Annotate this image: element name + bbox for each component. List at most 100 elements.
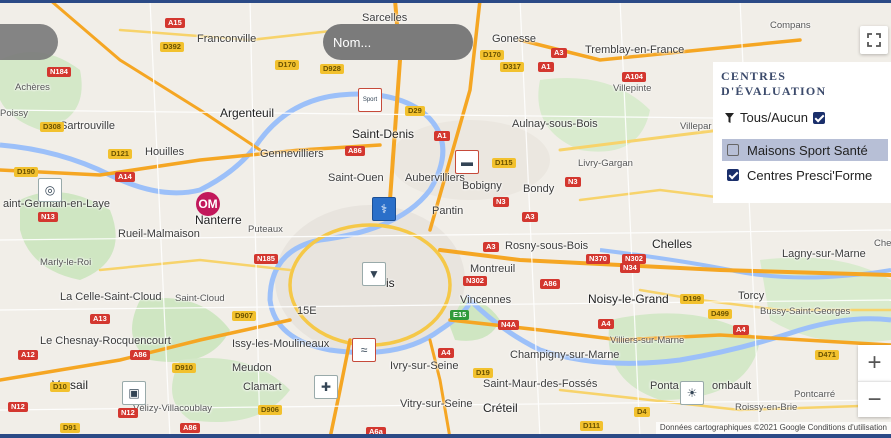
road-badge: A3 bbox=[483, 242, 499, 252]
road-badge: A1 bbox=[434, 131, 450, 141]
road-badge: N185 bbox=[254, 254, 278, 264]
road-badge: N12 bbox=[8, 402, 28, 412]
select-all-checkbox[interactable] bbox=[812, 111, 825, 124]
road-badge: D308 bbox=[40, 122, 64, 132]
place-label: Lagny-sur-Marne bbox=[782, 248, 866, 260]
place-label: Issy-les-Moulineaux bbox=[232, 338, 330, 350]
road-badge: A14 bbox=[115, 172, 135, 182]
place-label: Saint-Ouen bbox=[328, 172, 384, 184]
road-badge: N302 bbox=[463, 276, 487, 286]
place-label: Torcy bbox=[738, 290, 765, 302]
marker-pontault[interactable]: ☀ bbox=[680, 381, 704, 405]
marker-glyph-icon: ≈ bbox=[360, 343, 368, 357]
category-centres-presciforme[interactable]: Centres Presci'Forme bbox=[722, 164, 888, 186]
road-badge: D121 bbox=[108, 149, 132, 159]
road-badge: D190 bbox=[14, 167, 38, 177]
marker-sport-sante-saint-denis[interactable]: Sport bbox=[358, 88, 382, 112]
road-badge: D910 bbox=[172, 363, 196, 373]
name-search-input[interactable] bbox=[323, 24, 473, 60]
marker-versailles[interactable]: ▣ bbox=[122, 381, 146, 405]
marker-nanterre[interactable]: OM bbox=[196, 192, 220, 216]
category-maisons-sport-sante[interactable]: Maisons Sport Santé bbox=[722, 139, 888, 161]
place-label: Che bbox=[874, 238, 891, 249]
place-label: Achères bbox=[15, 82, 50, 93]
place-label: Créteil bbox=[483, 401, 518, 415]
road-badge: A3 bbox=[551, 48, 567, 58]
place-label: Villiers-sur-Marne bbox=[610, 335, 685, 346]
panel-title: CENTRES D'ÉVALUATION bbox=[721, 69, 827, 98]
fullscreen-button[interactable] bbox=[860, 26, 888, 54]
place-label: Clamart bbox=[243, 381, 282, 393]
road-badge: D91 bbox=[60, 423, 80, 433]
fullscreen-icon bbox=[867, 33, 881, 47]
marker-glyph-icon: Sport bbox=[362, 97, 378, 103]
place-label: Bussy-Saint-Georges bbox=[760, 306, 851, 317]
place-label: ombault bbox=[712, 380, 752, 392]
place-label: Bondy bbox=[523, 183, 555, 195]
place-label: Meudon bbox=[232, 362, 272, 374]
marker-issy[interactable]: ≈ bbox=[352, 338, 376, 362]
map-attribution: Données cartographiques ©2021 Google Con… bbox=[655, 422, 891, 434]
road-badge: D170 bbox=[275, 60, 299, 70]
road-badge: A86 bbox=[345, 146, 365, 156]
road-badge: A13 bbox=[90, 314, 110, 324]
road-badge: N12 bbox=[118, 408, 138, 418]
road-badge: D170 bbox=[480, 50, 504, 60]
marker-st-germain[interactable]: ◎ bbox=[38, 178, 62, 202]
road-badge: A15 bbox=[165, 18, 185, 28]
place-label: Rosny-sous-Bois bbox=[505, 240, 589, 252]
place-label: Gennevilliers bbox=[260, 148, 324, 160]
road-badge: A12 bbox=[18, 350, 38, 360]
centres-presciforme-checkbox[interactable] bbox=[727, 169, 739, 181]
road-badge: A4 bbox=[438, 348, 454, 358]
road-badge: D10 bbox=[50, 382, 70, 392]
place-label: Argenteuil bbox=[220, 106, 275, 120]
road-badge: A86 bbox=[180, 423, 200, 433]
bottom-frame-bar bbox=[0, 434, 891, 438]
road-badge: D111 bbox=[580, 421, 604, 431]
place-label: Montreuil bbox=[470, 263, 516, 275]
marker-presciforme-aubervilliers[interactable]: ▬ bbox=[455, 150, 479, 174]
maisons-sport-sante-checkbox[interactable] bbox=[727, 144, 739, 156]
road-badge: A4 bbox=[733, 325, 749, 335]
marker-glyph-icon: ☀ bbox=[686, 386, 698, 400]
road-badge: N3 bbox=[565, 177, 581, 187]
place-label: 15E bbox=[297, 305, 317, 317]
marker-clamart[interactable]: ✚ bbox=[314, 375, 338, 399]
place-label: Roissy-en-Brie bbox=[735, 402, 798, 413]
place-label: La Celle-Saint-Cloud bbox=[60, 291, 162, 303]
marker-glyph-icon: ✚ bbox=[320, 380, 332, 394]
place-label: Gonesse bbox=[492, 33, 537, 45]
road-badge: D29 bbox=[405, 106, 425, 116]
place-label: is bbox=[386, 276, 395, 290]
place-label: Bobigny bbox=[462, 180, 502, 192]
place-label: Saint-Denis bbox=[352, 127, 415, 141]
marker-glyph-icon: ◎ bbox=[44, 183, 56, 197]
road-badge: D199 bbox=[680, 294, 704, 304]
place-label: Poissy bbox=[0, 108, 28, 119]
place-label: Champigny-sur-Marne bbox=[510, 349, 620, 361]
road-badge: A4 bbox=[598, 319, 614, 329]
place-label: Puteaux bbox=[248, 224, 283, 235]
road-badge: D317 bbox=[500, 62, 524, 72]
road-badge: D4 bbox=[634, 407, 650, 417]
zoom-out-button[interactable]: − bbox=[858, 381, 891, 417]
marker-glyph-icon: ⚕ bbox=[380, 202, 388, 216]
select-all-toggle[interactable]: Tous/Aucun bbox=[725, 110, 825, 125]
place-label: Sartrouville bbox=[60, 120, 116, 132]
select-all-label: Tous/Aucun bbox=[740, 110, 808, 125]
road-badge: A86 bbox=[130, 350, 150, 360]
marker-paris-center[interactable]: ▼ bbox=[362, 262, 386, 286]
place-label: Noisy-le-Grand bbox=[588, 292, 669, 306]
road-badge: E15 bbox=[450, 310, 470, 320]
left-search-pill[interactable] bbox=[0, 24, 58, 60]
place-label: Ponta bbox=[650, 380, 679, 392]
zoom-in-button[interactable]: + bbox=[858, 345, 891, 381]
marker-paris-doctor[interactable]: ⚕ bbox=[372, 197, 396, 221]
road-badge: N370 bbox=[586, 254, 610, 264]
place-label: Vincennes bbox=[460, 294, 512, 306]
road-badge: D499 bbox=[708, 309, 732, 319]
road-badge: D907 bbox=[232, 311, 256, 321]
road-badge: D19 bbox=[473, 368, 493, 378]
place-label: Houilles bbox=[145, 146, 185, 158]
